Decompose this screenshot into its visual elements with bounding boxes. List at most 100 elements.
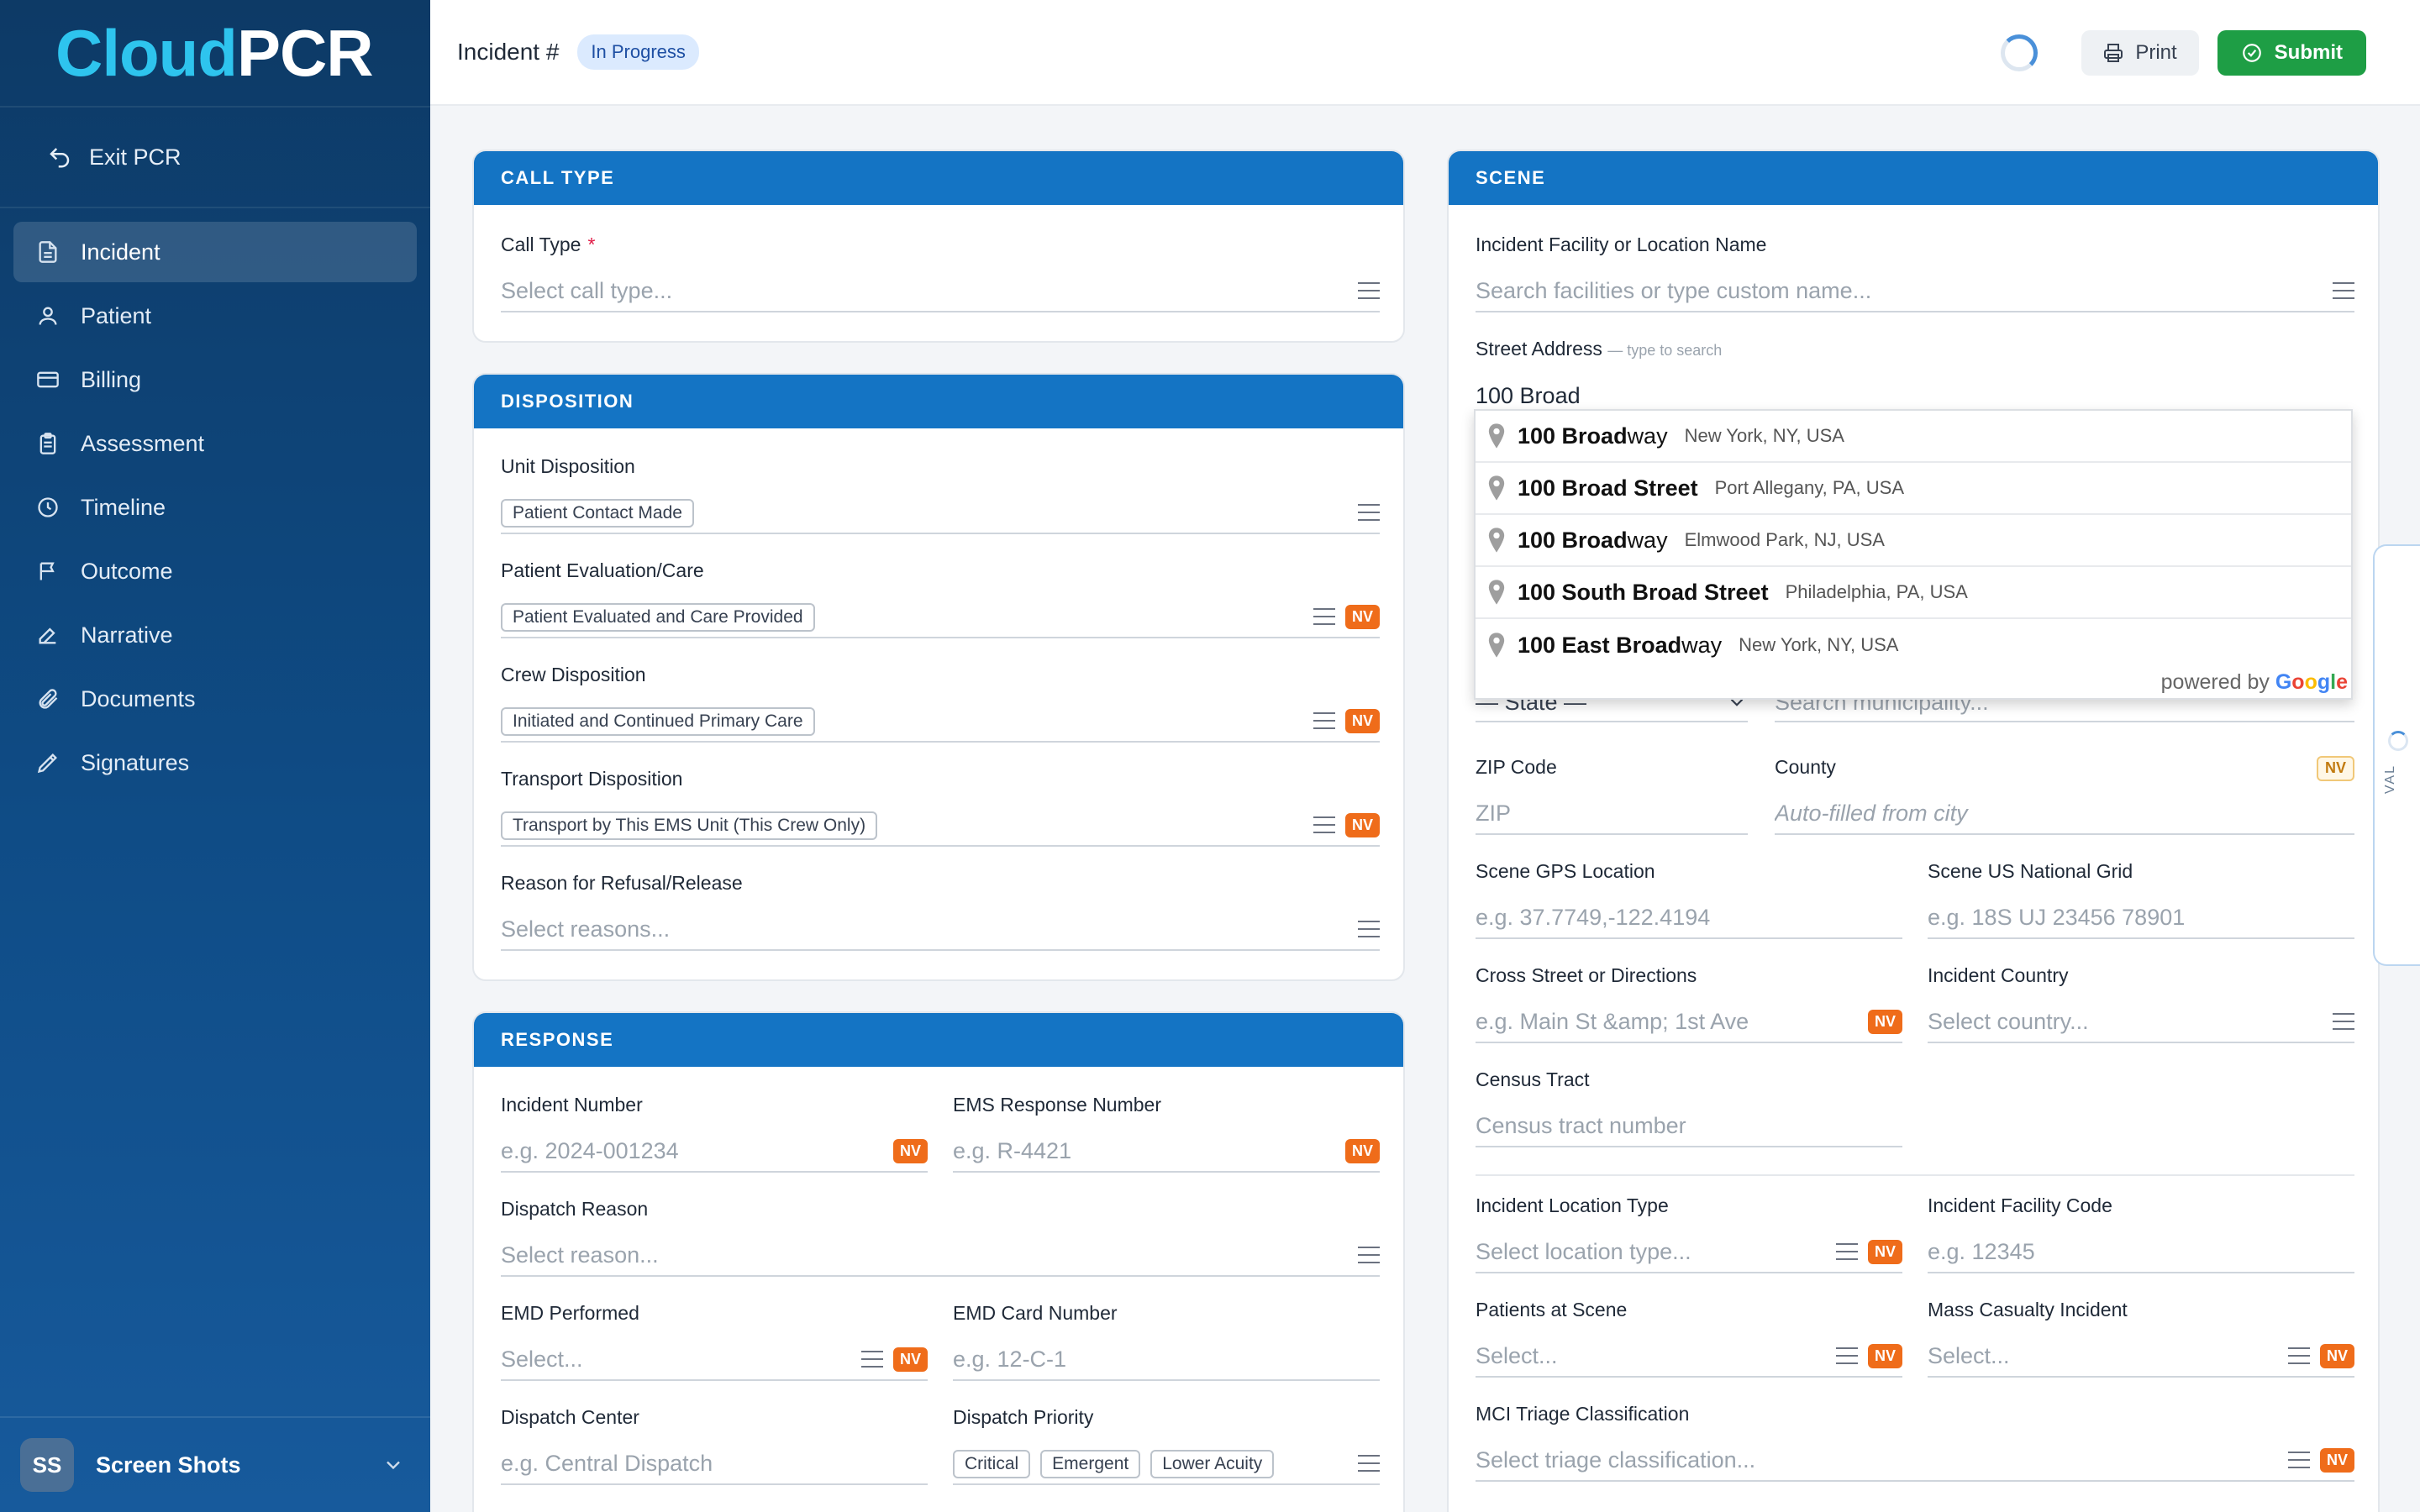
nv-badge[interactable]: NV bbox=[1344, 604, 1380, 629]
dispatch-center-field: Dispatch Center e.g. Central Dispatch bbox=[501, 1406, 928, 1485]
address-suggestion[interactable]: 100 Broadway Elmwood Park, NJ, USA bbox=[1476, 515, 2351, 567]
submit-button[interactable]: Submit bbox=[2217, 30, 2366, 76]
list-icon bbox=[2333, 282, 2354, 299]
back-arrow-icon bbox=[50, 148, 70, 168]
emd-card-number-input[interactable]: e.g. 12-C-1 bbox=[953, 1339, 1380, 1381]
card-header: DISPOSITION bbox=[474, 375, 1403, 428]
printer-icon bbox=[2104, 44, 2123, 62]
nv-badge[interactable]: NV bbox=[1867, 1009, 1902, 1034]
section-divider bbox=[1476, 1174, 2354, 1176]
street-address-field: Street Address — type to search 100 Broa… bbox=[1476, 338, 2354, 408]
crew-disposition-select[interactable]: Initiated and Continued Primary Care NV bbox=[501, 701, 1380, 743]
nv-badge[interactable]: NV bbox=[2316, 756, 2354, 781]
clock-icon bbox=[35, 495, 60, 520]
pen-icon bbox=[35, 750, 60, 775]
gps-location-field: Scene GPS Location e.g. 37.7749,-122.419… bbox=[1476, 860, 1902, 939]
facility-code-input[interactable]: e.g. 12345 bbox=[1928, 1231, 2354, 1273]
patients-at-scene-select[interactable]: Select... NV bbox=[1476, 1336, 1902, 1378]
edit-icon bbox=[35, 622, 60, 648]
map-pin-icon bbox=[1488, 423, 1505, 449]
priority-option[interactable]: Lower Acuity bbox=[1150, 1449, 1275, 1478]
list-icon bbox=[1358, 1455, 1380, 1472]
map-pin-icon bbox=[1488, 475, 1505, 501]
map-pin-icon bbox=[1488, 580, 1505, 605]
chevron-down-icon bbox=[387, 1461, 400, 1470]
priority-option[interactable]: Critical bbox=[953, 1449, 1031, 1478]
list-icon bbox=[860, 1351, 883, 1368]
sidebar-item-outcome[interactable]: Outcome bbox=[13, 541, 417, 601]
user-menu[interactable]: SS Screen Shots bbox=[0, 1416, 430, 1512]
nv-badge[interactable]: NV bbox=[1344, 1138, 1380, 1163]
address-suggestion[interactable]: 100 South Broad Street Philadelphia, PA,… bbox=[1476, 567, 2351, 619]
sidebar-item-billing[interactable]: Billing bbox=[13, 349, 417, 410]
sidebar-item-assessment[interactable]: Assessment bbox=[13, 413, 417, 474]
unit-disposition-select[interactable]: Patient Contact Made bbox=[501, 492, 1380, 534]
zip-code-input[interactable]: ZIP bbox=[1476, 793, 1748, 835]
unit-disposition-field: Unit Disposition Patient Contact Made bbox=[501, 455, 1380, 534]
patient-evaluation-field: Patient Evaluation/Care Patient Evaluate… bbox=[501, 559, 1380, 638]
nv-badge[interactable]: NV bbox=[1344, 812, 1380, 837]
refusal-reason-select[interactable]: Select reasons... bbox=[501, 909, 1380, 951]
app-logo[interactable]: Cloud PCR bbox=[0, 0, 430, 108]
dispatch-center-input[interactable]: e.g. Central Dispatch bbox=[501, 1443, 928, 1485]
dispatch-reason-select[interactable]: Select reason... bbox=[501, 1235, 1380, 1277]
sidebar-item-patient[interactable]: Patient bbox=[13, 286, 417, 346]
nv-badge[interactable]: NV bbox=[1867, 1239, 1902, 1264]
patient-evaluation-select[interactable]: Patient Evaluated and Care Provided NV bbox=[501, 596, 1380, 638]
sidebar-item-documents[interactable]: Documents bbox=[13, 669, 417, 729]
emd-performed-select[interactable]: Select... NV bbox=[501, 1339, 928, 1381]
nv-badge[interactable]: NV bbox=[892, 1347, 928, 1372]
facility-search-input[interactable]: Search facilities or type custom name... bbox=[1476, 270, 2354, 312]
location-type-field: Incident Location Type Select location t… bbox=[1476, 1194, 1902, 1273]
nv-badge[interactable]: NV bbox=[2319, 1343, 2354, 1368]
triage-classification-select[interactable]: Select triage classification... NV bbox=[1476, 1440, 2354, 1482]
county-input[interactable]: Auto-filled from city bbox=[1775, 793, 2354, 835]
list-icon bbox=[1313, 816, 1335, 833]
cross-street-input[interactable]: e.g. Main St &amp; 1st Ave NV bbox=[1476, 1001, 1902, 1043]
incident-number-input[interactable]: e.g. 2024-001234 NV bbox=[501, 1131, 928, 1173]
nv-badge[interactable]: NV bbox=[1344, 708, 1380, 733]
list-icon bbox=[1358, 1247, 1380, 1263]
exit-pcr-button[interactable]: Exit PCR bbox=[0, 108, 430, 208]
incident-number-field: Incident Number e.g. 2024-001234 NV bbox=[501, 1094, 928, 1173]
validation-panel-tab[interactable]: VAL bbox=[2373, 544, 2420, 966]
ems-response-number-input[interactable]: e.g. R-4421 NV bbox=[953, 1131, 1380, 1173]
zip-code-field: ZIP Code ZIP bbox=[1476, 756, 1748, 835]
gps-location-input[interactable]: e.g. 37.7749,-122.4194 bbox=[1476, 897, 1902, 939]
map-pin-icon bbox=[1488, 633, 1505, 658]
dispatch-priority-select[interactable]: Critical Emergent Lower Acuity bbox=[953, 1443, 1380, 1485]
priority-option[interactable]: Emergent bbox=[1040, 1449, 1141, 1478]
national-grid-field: Scene US National Grid e.g. 18S UJ 23456… bbox=[1928, 860, 2354, 939]
nv-badge[interactable]: NV bbox=[2319, 1447, 2354, 1473]
mass-casualty-select[interactable]: Select... NV bbox=[1928, 1336, 2354, 1378]
transport-disposition-select[interactable]: Transport by This EMS Unit (This Crew On… bbox=[501, 805, 1380, 847]
sidebar-item-signatures[interactable]: Signatures bbox=[13, 732, 417, 793]
address-suggestion[interactable]: 100 Broad Street Port Allegany, PA, USA bbox=[1476, 463, 2351, 515]
response-card: RESPONSE Incident Number e.g. 2024-00123… bbox=[472, 1011, 1405, 1512]
sidebar-item-narrative[interactable]: Narrative bbox=[13, 605, 417, 665]
call-type-select[interactable]: Select call type... bbox=[501, 270, 1380, 312]
nv-badge[interactable]: NV bbox=[892, 1138, 928, 1163]
list-icon bbox=[2287, 1452, 2310, 1468]
national-grid-input[interactable]: e.g. 18S UJ 23456 78901 bbox=[1928, 897, 2354, 939]
print-button[interactable]: Print bbox=[2081, 30, 2199, 76]
loading-spinner-icon bbox=[2388, 731, 2408, 751]
sidebar-item-timeline[interactable]: Timeline bbox=[13, 477, 417, 538]
loading-spinner-icon bbox=[2001, 34, 2039, 71]
incident-country-select[interactable]: Select country... bbox=[1928, 1001, 2354, 1043]
sidebar: Cloud PCR Exit PCR Incident Patient Billi… bbox=[0, 0, 430, 1512]
county-field: County NV Auto-filled from city bbox=[1775, 756, 2354, 835]
disposition-card: DISPOSITION Unit Disposition Patient Con… bbox=[472, 373, 1405, 981]
triage-classification-field: MCI Triage Classification Select triage … bbox=[1476, 1403, 2354, 1482]
address-suggestion[interactable]: 100 Broadway New York, NY, USA bbox=[1476, 411, 2351, 463]
emd-card-number-field: EMD Card Number e.g. 12-C-1 bbox=[953, 1302, 1380, 1381]
census-tract-input[interactable]: Census tract number bbox=[1476, 1105, 1902, 1147]
address-suggestion[interactable]: 100 East Broadway New York, NY, USA bbox=[1476, 619, 2351, 671]
nv-badge[interactable]: NV bbox=[1867, 1343, 1902, 1368]
user-icon bbox=[35, 303, 60, 328]
dispatch-reason-field: Dispatch Reason Select reason... bbox=[501, 1198, 1380, 1277]
sidebar-nav: Incident Patient Billing Assessment Time… bbox=[0, 208, 430, 810]
location-type-select[interactable]: Select location type... NV bbox=[1476, 1231, 1902, 1273]
list-icon bbox=[2287, 1347, 2310, 1364]
sidebar-item-incident[interactable]: Incident bbox=[13, 222, 417, 282]
